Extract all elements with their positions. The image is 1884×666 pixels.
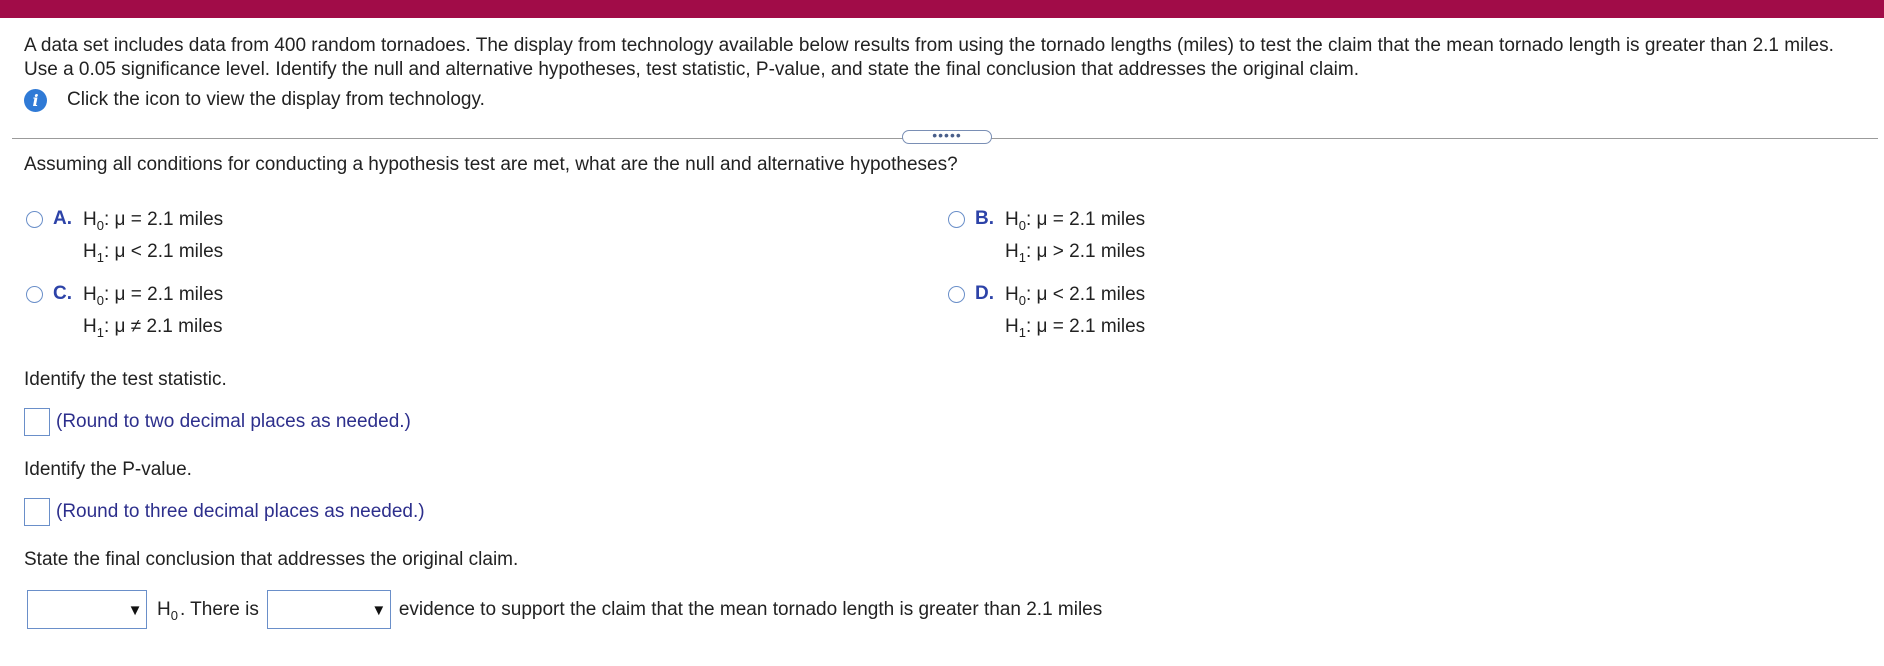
option-c-hypotheses: H0: μ = 2.1 miles H1: μ ≠ 2.1 miles [83,284,224,340]
option-c-radio[interactable] [26,286,43,303]
chevron-down-icon[interactable]: ▼ [371,599,386,621]
option-a-hypotheses: H0: μ = 2.1 miles H1: μ < 2.1 miles [83,209,224,265]
conclusion-label: State the final conclusion that addresse… [24,549,519,570]
test-statistic-label: Identify the test statistic. [24,369,227,390]
option-a-letter: A. [53,208,72,229]
h1-symbol: H [1005,241,1019,262]
info-row[interactable]: i Click the icon to view the display fro… [24,87,485,113]
evidence-dropdown[interactable]: ▼ [266,590,391,629]
info-icon[interactable]: i [24,88,47,112]
option-b-radio[interactable] [948,211,965,228]
info-text[interactable]: Click the icon to view the display from … [67,89,485,111]
option-a-h0: : μ = 2.1 miles [103,209,224,230]
option-d-h1: : μ = 2.1 miles [1025,316,1146,337]
option-d-hypotheses: H0: μ < 2.1 miles H1: μ = 2.1 miles [1005,284,1146,340]
option-a[interactable]: A. H0: μ = 2.1 miles H1: μ < 2.1 miles [26,208,223,268]
conclusion-row: ▼ H0 . There is ▼ evidence to support th… [27,590,1102,629]
conclusion-h0: H0 [157,598,178,623]
option-d[interactable]: D. H0: μ < 2.1 miles H1: μ = 2.1 miles [948,283,1145,343]
option-d-h0: : μ < 2.1 miles [1025,284,1146,305]
h1-symbol: H [83,241,97,262]
option-a-radio[interactable] [26,211,43,228]
conclusion-tail-text: evidence to support the claim that the m… [398,598,1103,620]
option-b-h1: : μ > 2.1 miles [1025,241,1146,262]
option-c-h0: : μ = 2.1 miles [103,284,224,305]
option-c[interactable]: C. H0: μ = 2.1 miles H1: μ ≠ 2.1 miles [26,283,223,343]
option-b-letter: B. [975,208,994,229]
p-value-hint: (Round to three decimal places as needed… [56,501,425,522]
option-d-radio[interactable] [948,286,965,303]
h1-symbol: H [83,316,97,337]
decision-dropdown[interactable]: ▼ [27,590,147,629]
option-c-letter: C. [53,283,72,304]
option-b-hypotheses: H0: μ = 2.1 miles H1: μ > 2.1 miles [1005,209,1146,265]
p-value-label: Identify the P-value. [24,459,192,480]
test-statistic-input[interactable] [24,408,50,436]
h0-symbol: H [1005,284,1019,305]
header-bar [0,0,1884,18]
option-b[interactable]: B. H0: μ = 2.1 miles H1: μ > 2.1 miles [948,208,1145,268]
test-statistic-hint: (Round to two decimal places as needed.) [56,411,411,432]
h1-symbol: H [1005,316,1019,337]
option-b-h0: : μ = 2.1 miles [1025,209,1146,230]
option-c-h1: : μ ≠ 2.1 miles [103,316,223,337]
option-d-letter: D. [975,283,994,304]
h0-symbol: H [83,284,97,305]
h0-symbol: H [1005,209,1019,230]
problem-statement: A data set includes data from 400 random… [24,35,1834,80]
p-value-input[interactable] [24,498,50,526]
conclusion-mid-text: . There is [179,598,259,620]
option-a-h1: : μ < 2.1 miles [103,241,224,262]
expand-handle[interactable]: ••••• [902,128,992,144]
chevron-down-icon[interactable]: ▼ [128,599,143,621]
test-statistic-row: (Round to two decimal places as needed.) [24,408,411,436]
h0-symbol: H [83,209,97,230]
question-text: Assuming all conditions for conducting a… [24,154,958,175]
p-value-row: (Round to three decimal places as needed… [24,498,425,526]
